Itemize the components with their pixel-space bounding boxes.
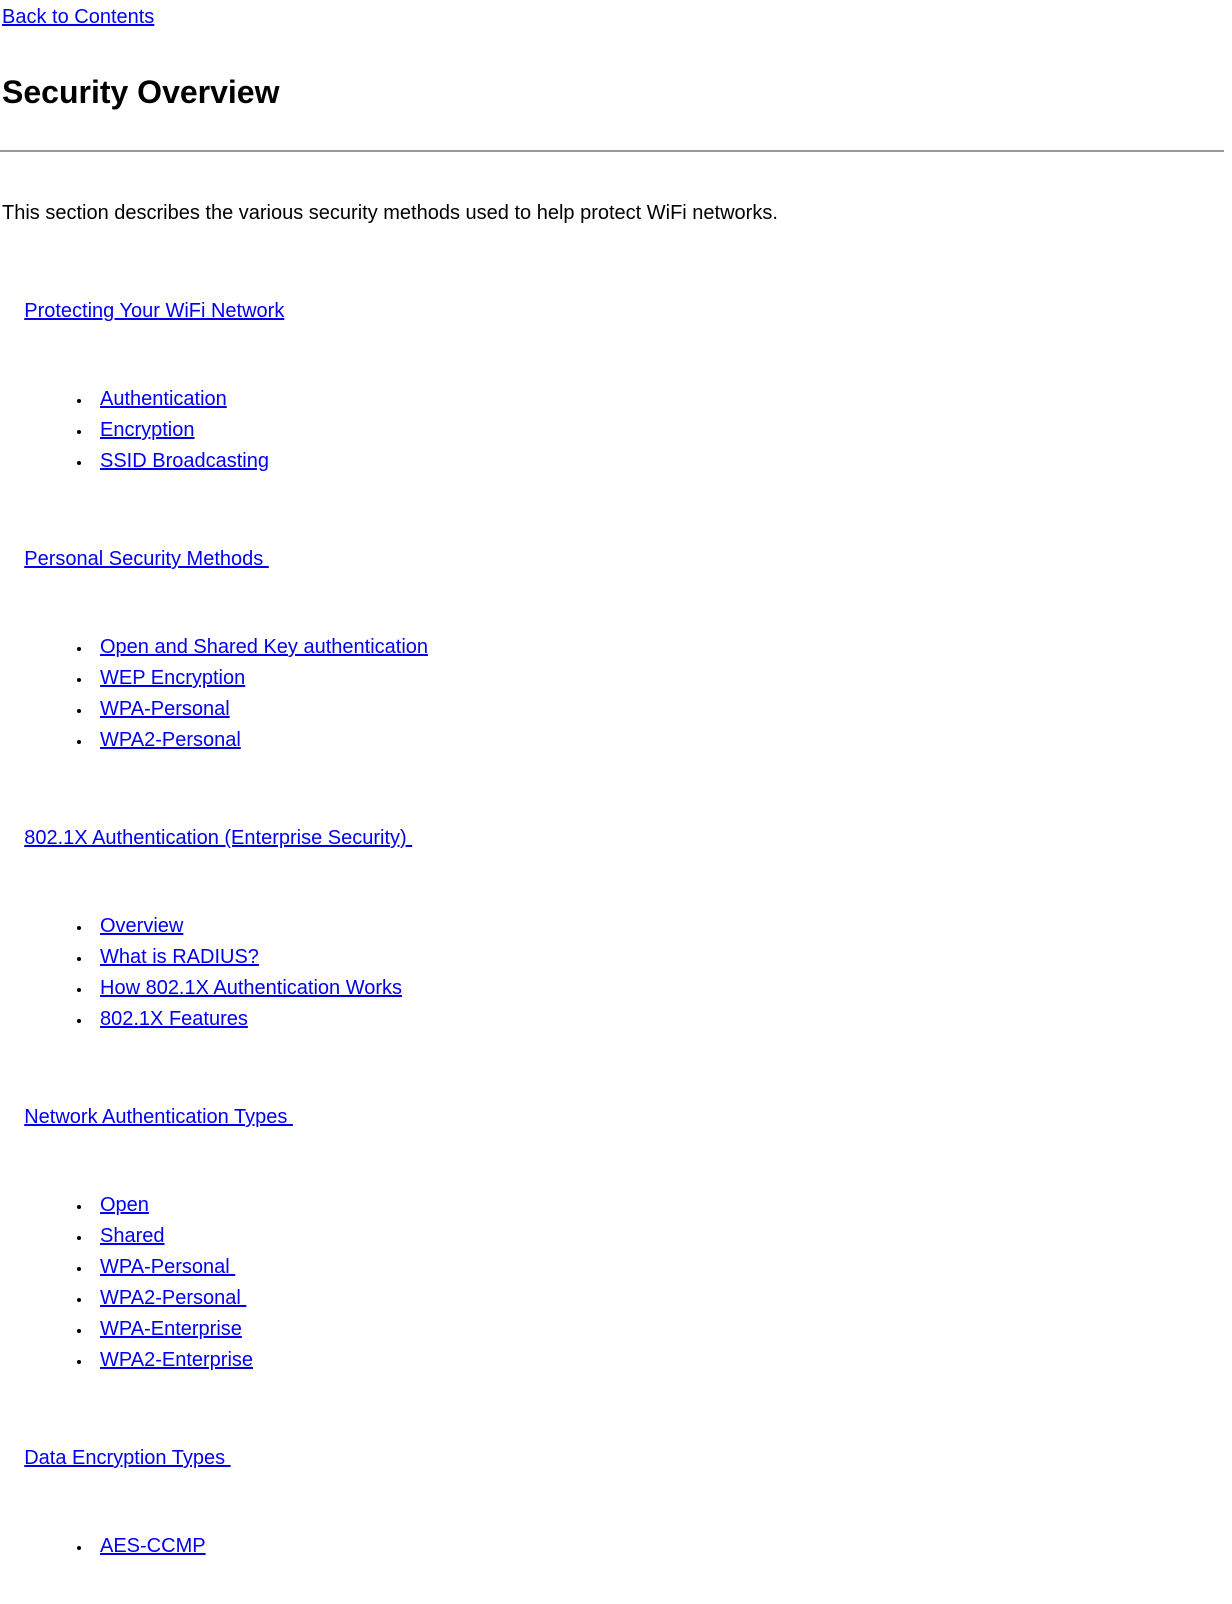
link-ssid-broadcasting[interactable]: SSID Broadcasting <box>100 450 269 472</box>
section-heading: Protecting Your WiFi Network <box>2 271 1224 352</box>
section-heading: Network Authentication Types <box>2 1077 1224 1158</box>
list-item: WEP Encryption <box>92 665 1224 692</box>
section-heading: Personal Security Methods <box>2 519 1224 600</box>
link-8021x-authentication[interactable]: 802.1X Authentication (Enterprise Securi… <box>24 827 412 849</box>
list-item: WPA2-Personal <box>92 1285 1224 1312</box>
link-what-is-radius[interactable]: What is RADIUS? <box>100 946 259 968</box>
link-wep-encryption[interactable]: WEP Encryption <box>100 667 245 689</box>
horizontal-rule <box>0 150 1224 152</box>
link-protecting-your-wifi-network[interactable]: Protecting Your WiFi Network <box>24 300 284 322</box>
link-data-encryption-types[interactable]: Data Encryption Types <box>24 1447 230 1469</box>
link-wpa2-personal[interactable]: WPA2-Personal <box>100 729 241 751</box>
link-auth-wpa2-personal[interactable]: WPA2-Personal <box>100 1287 246 1309</box>
section-heading: Data Encryption Types <box>2 1418 1224 1499</box>
back-to-contents-link[interactable]: Back to Contents <box>2 4 154 31</box>
list-item: Encryption <box>92 417 1224 444</box>
sublist: AES-CCMP <box>0 1533 1224 1560</box>
link-open-shared-key-auth[interactable]: Open and Shared Key authentication <box>100 636 428 658</box>
link-wpa-personal[interactable]: WPA-Personal <box>100 698 230 720</box>
list-item: WPA2-Enterprise <box>92 1347 1224 1374</box>
link-auth-wpa-personal[interactable]: WPA-Personal <box>100 1256 235 1278</box>
link-network-authentication-types[interactable]: Network Authentication Types <box>24 1106 293 1128</box>
intro-paragraph: This section describes the various secur… <box>2 200 1224 227</box>
link-aes-ccmp[interactable]: AES-CCMP <box>100 1535 206 1557</box>
link-auth-wpa-enterprise[interactable]: WPA-Enterprise <box>100 1318 242 1340</box>
page-title: Security Overview <box>2 71 1224 114</box>
link-8021x-overview[interactable]: Overview <box>100 915 183 937</box>
list-item: SSID Broadcasting <box>92 448 1224 475</box>
link-authentication[interactable]: Authentication <box>100 388 227 410</box>
link-auth-shared[interactable]: Shared <box>100 1225 165 1247</box>
list-item: WPA-Enterprise <box>92 1316 1224 1343</box>
list-item: Overview <box>92 913 1224 940</box>
sublist: Open and Shared Key authentication WEP E… <box>0 634 1224 754</box>
list-item: WPA-Personal <box>92 1254 1224 1281</box>
list-item: 802.1X Features <box>92 1006 1224 1033</box>
sublist: Overview What is RADIUS? How 802.1X Auth… <box>0 913 1224 1033</box>
list-item: How 802.1X Authentication Works <box>92 975 1224 1002</box>
link-8021x-features[interactable]: 802.1X Features <box>100 1008 248 1030</box>
list-item: Authentication <box>92 386 1224 413</box>
list-item: Shared <box>92 1223 1224 1250</box>
page-container: Back to Contents Security Overview This … <box>0 0 1232 1560</box>
list-item: WPA-Personal <box>92 696 1224 723</box>
list-item: AES-CCMP <box>92 1533 1224 1560</box>
list-item: Open and Shared Key authentication <box>92 634 1224 661</box>
sublist: Open Shared WPA-Personal WPA2-Personal W… <box>0 1192 1224 1374</box>
link-personal-security-methods[interactable]: Personal Security Methods <box>24 548 269 570</box>
link-encryption[interactable]: Encryption <box>100 419 195 441</box>
list-item: What is RADIUS? <box>92 944 1224 971</box>
section-heading: 802.1X Authentication (Enterprise Securi… <box>2 798 1224 879</box>
link-how-8021x-works[interactable]: How 802.1X Authentication Works <box>100 977 402 999</box>
list-item: WPA2-Personal <box>92 727 1224 754</box>
list-item: Open <box>92 1192 1224 1219</box>
link-auth-wpa2-enterprise[interactable]: WPA2-Enterprise <box>100 1349 253 1371</box>
link-auth-open[interactable]: Open <box>100 1194 149 1216</box>
sublist: Authentication Encryption SSID Broadcast… <box>0 386 1224 475</box>
